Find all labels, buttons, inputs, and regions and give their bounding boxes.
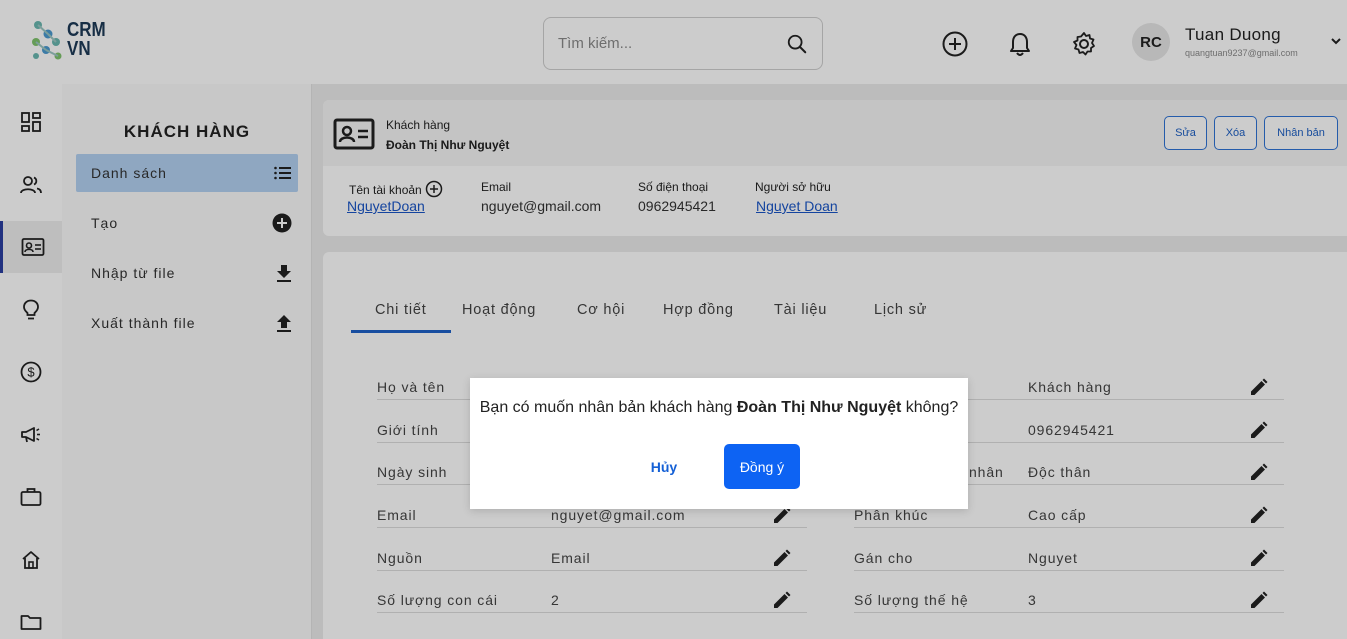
modal-backdrop[interactable] [0,0,1347,639]
dialog-message: Bạn có muốn nhân bản khách hàng Đoàn Thị… [470,399,968,417]
dialog-message-post: không? [901,399,959,416]
clone-confirm-dialog: Bạn có muốn nhân bản khách hàng Đoàn Thị… [470,378,968,509]
cancel-button[interactable]: Hủy [634,444,694,490]
confirm-button[interactable]: Đồng ý [724,444,800,489]
dialog-message-name: Đoàn Thị Như Nguyệt [736,399,902,416]
dialog-message-pre: Bạn có muốn nhân bản khách hàng [479,399,737,416]
